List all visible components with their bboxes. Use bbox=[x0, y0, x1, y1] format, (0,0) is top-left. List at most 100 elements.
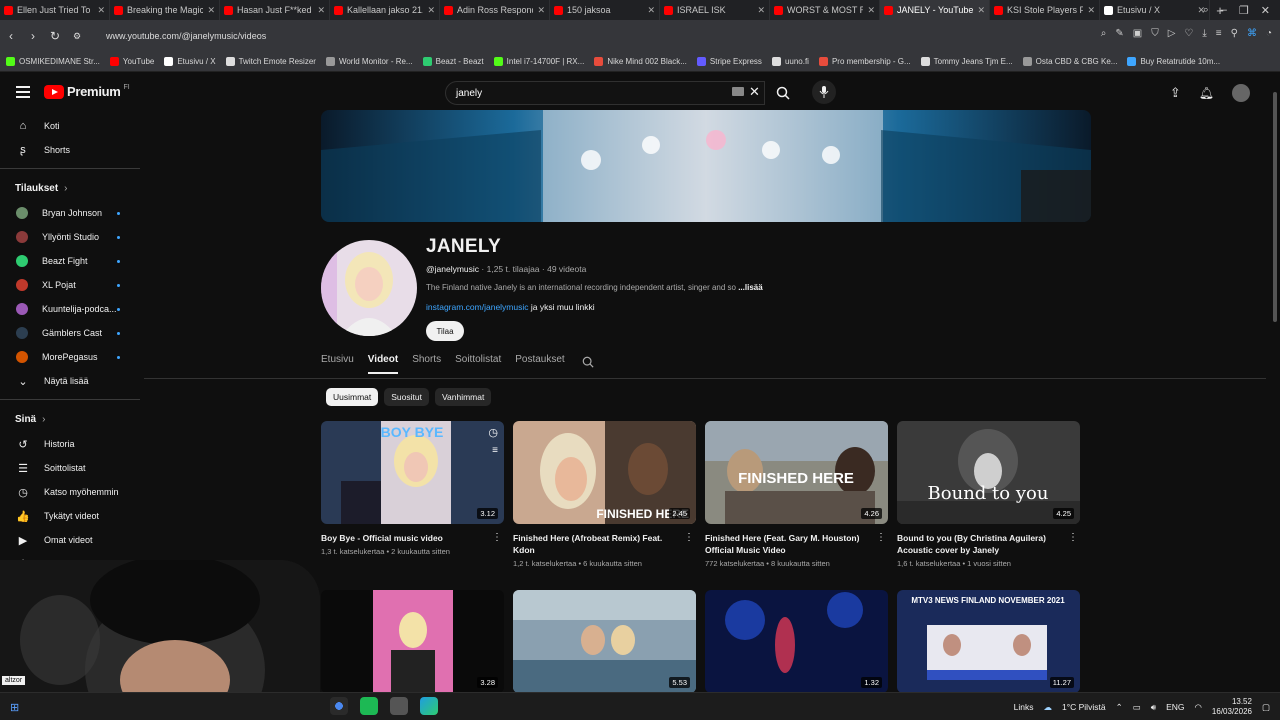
subscribe-button[interactable]: Tilaa bbox=[426, 321, 464, 341]
app-icon-chrome[interactable] bbox=[330, 697, 348, 715]
browser-tab[interactable]: Ellen Just Tried To Comedi ✕ bbox=[0, 0, 110, 20]
tab-close-icon[interactable]: ✕ bbox=[97, 5, 105, 16]
more-options-icon[interactable]: ⋮ bbox=[876, 532, 886, 543]
subscriptions-header[interactable]: Tilaukset › bbox=[0, 175, 140, 201]
sidebar-subscription-item[interactable]: Bryan Johnson bbox=[0, 201, 140, 225]
wifi-icon[interactable]: ◠ bbox=[1195, 702, 1202, 713]
watch-later-icon[interactable]: ◷ bbox=[488, 426, 498, 439]
tab-close-icon[interactable]: ✕ bbox=[867, 5, 875, 16]
bookmark-item[interactable]: Stripe Express bbox=[696, 57, 762, 66]
you-header[interactable]: Sinä › bbox=[0, 406, 140, 432]
youtube-premium-logo[interactable]: Premium FI bbox=[44, 84, 130, 99]
sort-chip[interactable]: Vanhimmat bbox=[434, 388, 492, 406]
sidebar-item-watch-later[interactable]: ◷ Katso myöhemmin bbox=[0, 480, 140, 504]
app-icon-edge[interactable] bbox=[420, 697, 438, 715]
sidebar-subscription-item[interactable]: Yllyönti Studio bbox=[0, 225, 140, 249]
video-card[interactable]: Bound to you 4.25 Bound to you (By Christi… bbox=[897, 421, 1080, 568]
video-title[interactable]: Boy Bye - Official music video bbox=[321, 532, 491, 544]
tab-close-icon[interactable]: ✕ bbox=[977, 5, 985, 16]
video-thumbnail[interactable]: FINISHED HERE 2.45 bbox=[513, 421, 696, 524]
bookmark-item[interactable]: Pro membership - G... bbox=[818, 57, 911, 66]
sidebar-subscription-item[interactable]: MorePegasus bbox=[0, 345, 140, 369]
tab-close-icon[interactable]: ✕ bbox=[317, 5, 325, 16]
show-more-button[interactable]: ⌄ Näytä lisää bbox=[0, 369, 140, 393]
bookmark-item[interactable]: YouTube bbox=[109, 57, 154, 66]
video-title[interactable]: Finished Here (Afrobeat Remix) Feat. Kdo… bbox=[513, 532, 683, 556]
search-icon[interactable]: ⌕ bbox=[1101, 28, 1107, 39]
browser-tab[interactable]: JANELY - YouTube ✕ bbox=[880, 0, 990, 20]
sidebar-subscription-item[interactable]: Beazt Fight bbox=[0, 249, 140, 273]
more-link[interactable]: ...lisää bbox=[738, 283, 762, 292]
video-title[interactable]: Finished Here (Feat. Gary M. Houston) Of… bbox=[705, 532, 875, 556]
tab-etusivu[interactable]: Etusivu bbox=[321, 354, 354, 374]
browser-tab[interactable]: ISRAEL ISK ✕ bbox=[660, 0, 770, 20]
url-field[interactable]: www.youtube.com/@janelymusic/videos bbox=[106, 31, 266, 41]
scrollbar-thumb[interactable] bbox=[1273, 92, 1277, 322]
reload-icon[interactable]: ↻ bbox=[44, 29, 66, 43]
bookmark-item[interactable]: World Monitor - Re... bbox=[325, 57, 413, 66]
browser-tab[interactable]: WORST & MOST RUDE C ✕ bbox=[770, 0, 880, 20]
sidebar-item-home[interactable]: ⌂ Koti bbox=[0, 114, 140, 138]
more-options-icon[interactable]: ⋮ bbox=[684, 532, 694, 543]
clear-search-icon[interactable]: ✕ bbox=[749, 84, 760, 100]
clock[interactable]: 13.52 16/03/2026 bbox=[1212, 697, 1252, 717]
video-thumbnail[interactable]: 5.53 bbox=[513, 590, 696, 692]
browser-tab[interactable]: Kallellaan jakso 21. Mitä✕ bbox=[330, 0, 440, 20]
links-toolbar[interactable]: Links bbox=[1014, 702, 1034, 712]
tab-shorts[interactable]: Shorts bbox=[412, 354, 441, 374]
app-icon-settings[interactable] bbox=[390, 697, 408, 715]
sidebar-item-shorts[interactable]: ʂ Shorts bbox=[0, 138, 140, 162]
sort-chip[interactable]: Uusimmat bbox=[326, 388, 379, 406]
video-card[interactable]: MTV3 NEWS FINLAND NOVEMBER 2021 11.27 bbox=[897, 590, 1080, 692]
sidebar-item-history[interactable]: ↺ Historia bbox=[0, 432, 140, 456]
bookmark-item[interactable]: Beazt - Beazt bbox=[422, 57, 484, 66]
sidebar-item-playlists[interactable]: ☰ Soittolistat bbox=[0, 456, 140, 480]
weather-text[interactable]: 1°C Pilvistä bbox=[1062, 702, 1106, 712]
sidebar-subscription-item[interactable]: Kuuntelija-podca... bbox=[0, 297, 140, 321]
ai-icon[interactable]: ⌘ bbox=[1247, 28, 1257, 39]
close-icon[interactable]: ✕ bbox=[1261, 4, 1270, 17]
channel-description[interactable]: The Finland native Janely is an internat… bbox=[426, 283, 796, 292]
more-options-icon[interactable]: ⋮ bbox=[1068, 532, 1078, 543]
upload-icon[interactable]: ⇪ bbox=[1170, 85, 1181, 101]
browser-tab[interactable]: Breaking the Magician's✕ bbox=[110, 0, 220, 20]
avatar[interactable] bbox=[1232, 84, 1250, 102]
minimize-icon[interactable]: – bbox=[1221, 4, 1227, 16]
tray-overflow-icon[interactable]: ⌃ bbox=[1116, 702, 1123, 713]
video-thumbnail[interactable]: BOY BYE 3.12 ◷ ≡ bbox=[321, 421, 504, 524]
video-thumbnail[interactable]: Bound to you 4.25 bbox=[897, 421, 1080, 524]
download-icon[interactable]: ⤓ bbox=[1202, 28, 1206, 39]
sidebar-subscription-item[interactable]: XL Pojat bbox=[0, 273, 140, 297]
sidebar-item-liked[interactable]: 👍 Tykätyt videot bbox=[0, 504, 140, 528]
browser-tab[interactable]: Hasan Just F**ked Up Re ✕ bbox=[220, 0, 330, 20]
bookmark-item[interactable]: Tommy Jeans Tjm E... bbox=[920, 57, 1013, 66]
profile-icon[interactable]: ◔ bbox=[1266, 28, 1272, 39]
browser-tab[interactable]: Etusivu / X ✕ bbox=[1100, 0, 1210, 20]
video-thumbnail[interactable]: 3.28 bbox=[321, 590, 504, 692]
bookmark-item[interactable]: Etusivu / X bbox=[164, 57, 216, 66]
shield-icon[interactable]: ⛉ bbox=[1151, 28, 1159, 39]
keyboard-icon[interactable] bbox=[732, 87, 744, 96]
maximize-icon[interactable]: ❐ bbox=[1239, 4, 1249, 17]
video-card[interactable]: FINISHED HERE 4.26 Finished Here (Feat. Ga… bbox=[705, 421, 888, 568]
tab-close-icon[interactable]: ✕ bbox=[427, 5, 435, 16]
extensions-icon[interactable]: ⚲ bbox=[1231, 28, 1238, 39]
screenshot-icon[interactable]: ▣ bbox=[1133, 28, 1142, 39]
search-input[interactable]: janely bbox=[445, 81, 765, 105]
sort-chip[interactable]: Suositut bbox=[384, 388, 429, 406]
menu-icon[interactable]: ≡ bbox=[1216, 28, 1222, 39]
more-options-icon[interactable]: ⋮ bbox=[492, 532, 502, 543]
bookmark-item[interactable]: uuno.fi bbox=[771, 57, 809, 66]
volume-icon[interactable]: 🔊︎ bbox=[1151, 702, 1156, 713]
bookmark-item[interactable]: Osta CBD & CBG Ke... bbox=[1022, 57, 1117, 66]
search-tabs-icon[interactable]: ⌕ bbox=[1203, 4, 1209, 17]
instagram-link[interactable]: instagram.com/janelymusic bbox=[426, 302, 529, 312]
forward-icon[interactable]: › bbox=[22, 29, 44, 43]
start-button-icon[interactable]: ⊞ bbox=[10, 701, 19, 714]
bookmark-item[interactable]: Twitch Emote Resizer bbox=[225, 57, 316, 66]
back-icon[interactable]: ‹ bbox=[0, 29, 22, 43]
video-title[interactable]: Bound to you (By Christina Aguilera) Aco… bbox=[897, 532, 1067, 556]
browser-tab[interactable]: KSI Stole Players From Si ✕ bbox=[990, 0, 1100, 20]
bookmark-item[interactable]: OSMIKEDIMANE Str... bbox=[6, 57, 100, 66]
hamburger-menu-icon[interactable] bbox=[16, 86, 30, 101]
